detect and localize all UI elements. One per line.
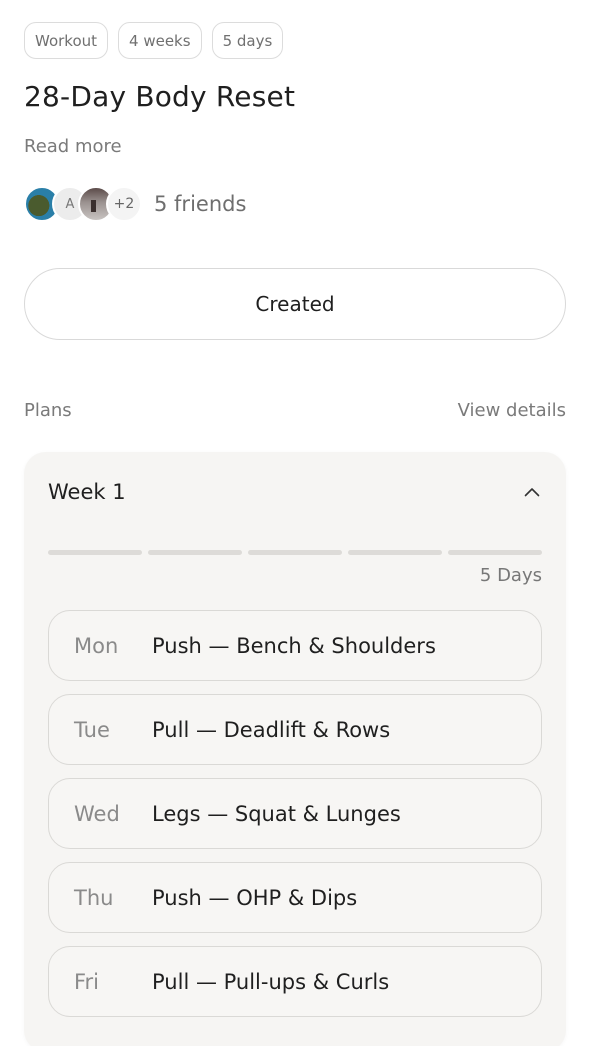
progress-segment bbox=[48, 550, 142, 555]
friends-count-label: 5 friends bbox=[154, 192, 247, 216]
day-name: Mon bbox=[74, 633, 119, 658]
tag-duration[interactable]: 4 weeks bbox=[118, 22, 202, 59]
avatar-more-count: +2 bbox=[106, 186, 142, 222]
day-list: Mon Push — Bench & Shoulders Tue Pull — … bbox=[48, 610, 542, 1017]
tag-workout[interactable]: Workout bbox=[24, 22, 109, 59]
day-plan: Pull — Deadlift & Rows bbox=[152, 717, 391, 742]
program-title: 28-Day Body Reset bbox=[24, 80, 296, 113]
week-header[interactable]: Week 1 bbox=[48, 480, 542, 504]
progress-segment bbox=[448, 550, 542, 555]
week-progress bbox=[48, 550, 542, 555]
day-item-fri[interactable]: Fri Pull — Pull-ups & Curls bbox=[48, 946, 542, 1017]
day-plan: Legs — Squat & Lunges bbox=[152, 801, 401, 826]
progress-segment bbox=[348, 550, 442, 555]
day-name: Tue bbox=[74, 717, 110, 742]
progress-segment bbox=[248, 550, 342, 555]
day-item-wed[interactable]: Wed Legs — Squat & Lunges bbox=[48, 778, 542, 849]
created-button[interactable]: Created bbox=[24, 268, 566, 340]
week-card: Week 1 5 Days Mon Push — Bench & Shoulde… bbox=[24, 452, 566, 1046]
progress-segment bbox=[148, 550, 242, 555]
tag-list: Workout 4 weeks 5 days bbox=[24, 22, 284, 59]
day-item-thu[interactable]: Thu Push — OHP & Dips bbox=[48, 862, 542, 933]
day-item-tue[interactable]: Tue Pull — Deadlift & Rows bbox=[48, 694, 542, 765]
days-count: 5 Days bbox=[479, 565, 542, 586]
plans-header: Plans View details bbox=[24, 400, 566, 421]
avatar-stack: A +2 bbox=[24, 186, 144, 222]
view-details-link[interactable]: View details bbox=[458, 400, 566, 421]
day-name: Thu bbox=[74, 885, 114, 910]
day-name: Wed bbox=[74, 801, 120, 826]
tag-frequency[interactable]: 5 days bbox=[211, 22, 284, 59]
chevron-up-icon[interactable] bbox=[522, 482, 542, 502]
week-title: Week 1 bbox=[48, 480, 126, 504]
day-plan: Pull — Pull-ups & Curls bbox=[152, 969, 390, 994]
day-plan: Push — Bench & Shoulders bbox=[152, 633, 436, 658]
read-more-link[interactable]: Read more bbox=[24, 136, 122, 157]
plans-label: Plans bbox=[24, 400, 72, 421]
day-item-mon[interactable]: Mon Push — Bench & Shoulders bbox=[48, 610, 542, 681]
day-plan: Push — OHP & Dips bbox=[152, 885, 358, 910]
friends-row[interactable]: A +2 5 friends bbox=[24, 186, 246, 222]
day-name: Fri bbox=[74, 969, 100, 994]
